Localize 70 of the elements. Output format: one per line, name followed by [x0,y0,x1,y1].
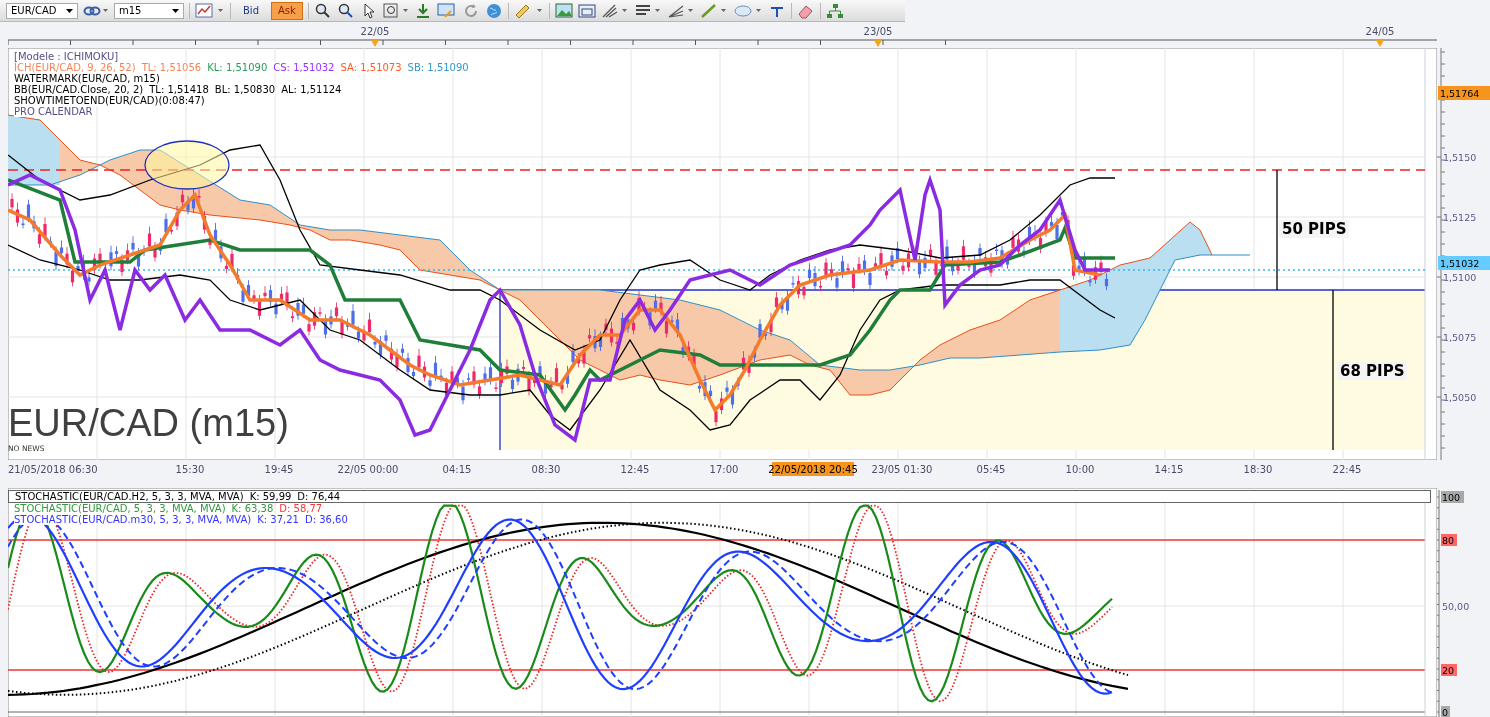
timeframe-dropdown[interactable]: m15 [114,2,184,19]
quote-button[interactable]: Ask [271,1,303,20]
time-label: 19:45 [264,464,294,475]
legend-text: PRO CALENDAR [14,106,93,117]
legend-text: K: 37,21 [257,514,299,525]
legend-text: WATERMARK(EUR/CAD, m15) [14,73,160,84]
watermark-text: EUR/CAD (m15) [8,403,289,443]
legend-text: CS: 1,51032 [273,62,335,73]
price-tick-label: 1,5050 [1443,392,1477,403]
time-label: 14:15 [1154,464,1184,475]
legend-text: SB: 1,51090 [407,62,469,73]
caret-icon [66,8,73,13]
globe-icon[interactable] [484,2,503,19]
time-label: 18:30 [1243,464,1273,475]
time-label: 22:45 [1332,464,1362,475]
time-label: 23/05 01:30 [871,464,933,475]
time-label: 22/05 00:00 [337,464,399,475]
price-tick-label: 1,5100 [1443,272,1477,283]
caret-icon [172,8,179,13]
chart-type-icon[interactable] [195,2,225,19]
axis-badge: 80 [1441,534,1457,546]
picture-icon[interactable] [554,2,573,19]
time-label: 08:30 [531,464,561,475]
time-label: 05:45 [976,464,1006,475]
legend-text: TL: 1,51056 [141,62,202,73]
time-label: 12:45 [620,464,650,475]
cloud-area [8,115,60,185]
price-marker: 1,51032 [1438,256,1490,270]
legend-text: SA: 1,51073 [340,62,402,73]
time-label: 17:00 [709,464,739,475]
date-label: 24/05 [1365,26,1395,37]
quote-button[interactable]: Bid [236,1,266,20]
axis-badge: 20 [1441,664,1457,676]
network-icon[interactable] [825,2,844,19]
stochastic-tick-label: 50,00 [1442,601,1470,612]
legend-text: TL: 1,51418 [149,84,209,95]
legend-text: STOCHASTIC(EUR/CAD.m30, 5, 3, 3, MVA, MVA) [14,514,252,525]
legend-text: STOCHASTIC(EUR/CAD.H2, 5, 3, 3, MVA, MVA) [15,491,244,502]
time-label: 10:00 [1065,464,1095,475]
time-label: 15:30 [175,464,205,475]
legend-text: AL: 1,51124 [281,84,342,95]
legend-text: [Modele : ICHIMOKU] [14,51,119,62]
time-label: 21/05/2018 06:30 [8,464,98,475]
legend-text: D: 36,60 [304,514,348,525]
legend-text: D: 76,44 [297,491,341,502]
legend-text: ICH(EUR/CAD, 9, 26, 52) [14,62,136,73]
price-tick-label: 1,5125 [1443,212,1477,223]
axis-badge: 0 [1441,706,1450,717]
date-label: 23/05 [863,26,893,37]
legend-text: STOCHASTIC(EUR/CAD, 5, 3, 3, MVA, MVA) [14,503,226,514]
symbol-dropdown[interactable]: EUR/CAD [6,2,78,19]
price-tick-label: 1,5150 [1443,152,1477,163]
pips-label: 50 PIPS [1279,220,1350,238]
legend-text: SHOWTIMETOEND(EUR/CAD)(0:08:47) [14,95,205,106]
pencil-line-icon[interactable] [699,2,728,19]
fork-lines-icon[interactable] [600,2,629,19]
price-marker: 1,51764 [1438,86,1490,100]
pips-label: 68 PIPS [1337,362,1408,380]
date-label: 22/05 [360,26,390,37]
price-tick-label: 1,5075 [1443,332,1477,343]
axis-badge: 100 [1441,491,1464,503]
legend-text: K: 63,38 [231,503,274,514]
legend-text: D: 58,77 [279,503,323,514]
time-label: 04:15 [442,464,472,475]
legend-text: K: 59,99 [249,491,292,502]
ruler-icon[interactable] [513,2,544,19]
legend-text: BL: 1,50830 [214,84,276,95]
legend-text: BB(EUR/CAD.Close, 20, 2) [14,84,144,95]
window-icon[interactable] [577,2,596,19]
legend-text: KL: 1,51090 [207,62,268,73]
